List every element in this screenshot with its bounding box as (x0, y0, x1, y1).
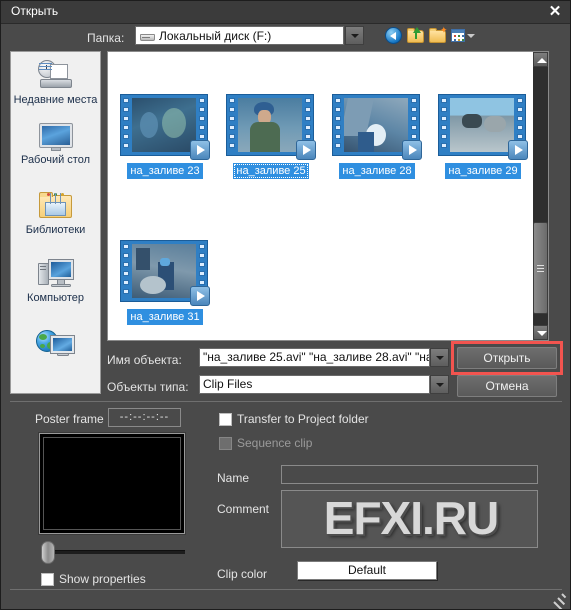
open-file-dialog: Открыть ✕ Папка: Локальный диск (F:) ✦ Н… (0, 0, 571, 610)
sidebar-item-label: Недавние места (13, 94, 98, 106)
objname-dropdown-arrow-icon[interactable] (430, 348, 449, 367)
sequence-clip-label: Sequence clip (237, 436, 313, 450)
play-icon (190, 286, 210, 306)
sidebar-item-computer[interactable]: Компьютер (11, 259, 100, 305)
file-label: на_заливе 25 (233, 163, 309, 179)
comment-label: Comment (217, 502, 270, 516)
scroll-up-button[interactable] (533, 52, 548, 67)
close-icon[interactable]: ✕ (544, 2, 566, 22)
up-folder-icon[interactable] (407, 27, 425, 45)
panel-divider-bottom (10, 589, 562, 590)
computer-icon (37, 259, 74, 290)
recent-places-icon (37, 60, 75, 92)
list-item[interactable]: на_заливе 28 (329, 94, 425, 179)
file-label: на_заливе 29 (445, 163, 521, 179)
file-label: на_заливе 31 (127, 309, 203, 325)
play-icon (296, 140, 316, 160)
titlebar: Открыть ✕ (1, 1, 570, 24)
file-thumbnail (120, 94, 212, 160)
clip-color-label: Clip color (217, 567, 268, 581)
file-label: на_заливе 23 (127, 163, 203, 179)
list-item[interactable]: на_заливе 29 (435, 94, 531, 179)
cancel-button[interactable]: Отмена (457, 375, 557, 397)
transfer-to-project-label: Transfer to Project folder (237, 412, 369, 426)
drive-icon (140, 31, 155, 42)
sequence-clip-checkbox (219, 437, 232, 450)
show-properties-label: Show properties (59, 572, 146, 586)
resize-grip[interactable] (553, 592, 567, 609)
network-icon (35, 328, 76, 358)
list-item[interactable]: на_заливе 31 (117, 240, 213, 325)
objtype-dropdown-arrow-icon[interactable] (430, 375, 449, 394)
objname-label: Имя объекта: (107, 353, 182, 367)
objname-input[interactable]: "на_заливе 25.avi" "на_заливе 28.avi" "н… (199, 348, 430, 367)
lookin-dropdown-arrow-icon[interactable] (345, 26, 364, 45)
list-item[interactable]: на_заливе 23 (117, 94, 213, 179)
poster-frame-timecode[interactable]: --:--:--:-- (108, 408, 181, 427)
back-icon[interactable] (385, 27, 403, 45)
sidebar-item-recent-places[interactable]: Недавние места (11, 60, 100, 107)
objtype-select[interactable]: Clip Files (199, 375, 430, 394)
objtype-label: Объекты типа: (107, 380, 189, 394)
file-thumbnail (332, 94, 424, 160)
lookin-label: Папка: (87, 31, 125, 45)
poster-frame-label: Poster frame (35, 412, 104, 426)
scrollbar-thumb[interactable] (533, 222, 548, 314)
open-button[interactable]: Открыть (457, 347, 557, 369)
file-list[interactable]: на_заливе 23 на_заливе 25 на_заливе 28 н… (107, 51, 533, 341)
libraries-icon (38, 192, 74, 222)
views-icon[interactable] (451, 27, 475, 45)
file-thumbnail (226, 94, 318, 160)
sidebar-item-label: Компьютер (27, 292, 84, 304)
list-item[interactable]: на_заливе 25 (223, 94, 319, 179)
play-icon (190, 140, 210, 160)
sidebar-item-label: Рабочий стол (20, 154, 91, 166)
sidebar-item-libraries[interactable]: Библиотеки (11, 192, 100, 237)
lookin-value: Локальный диск (F:) (159, 29, 272, 43)
views-dropdown-arrow-icon (467, 34, 475, 38)
panel-divider-top (10, 401, 562, 402)
file-thumbnail (438, 94, 530, 160)
name-input[interactable] (281, 465, 538, 484)
scroll-down-button[interactable] (533, 325, 548, 340)
play-icon (508, 140, 528, 160)
file-thumbnail (120, 240, 212, 306)
sidebar-item-network[interactable] (11, 328, 100, 360)
places-sidebar: Недавние места Рабочий стол Библиотеки К… (10, 51, 101, 394)
name-label: Name (217, 471, 250, 485)
transfer-to-project-checkbox[interactable] (219, 413, 232, 426)
lookin-combobox[interactable]: Локальный диск (F:) (135, 26, 344, 45)
window-title: Открыть (11, 4, 59, 18)
preview-thumbnail (38, 432, 186, 535)
new-folder-icon[interactable]: ✦ (429, 26, 448, 45)
sidebar-item-desktop[interactable]: Рабочий стол (11, 123, 100, 167)
file-list-scrollbar[interactable] (533, 51, 549, 341)
show-properties-checkbox[interactable] (41, 573, 54, 586)
comment-input[interactable] (281, 490, 538, 548)
sidebar-item-label: Библиотеки (25, 224, 86, 236)
desktop-icon (38, 123, 73, 152)
clip-color-button[interactable]: Default (297, 561, 437, 580)
play-icon (402, 140, 422, 160)
file-label: на_заливе 28 (339, 163, 415, 179)
poster-frame-slider-handle[interactable] (41, 541, 55, 564)
poster-frame-slider-track[interactable] (49, 550, 185, 554)
